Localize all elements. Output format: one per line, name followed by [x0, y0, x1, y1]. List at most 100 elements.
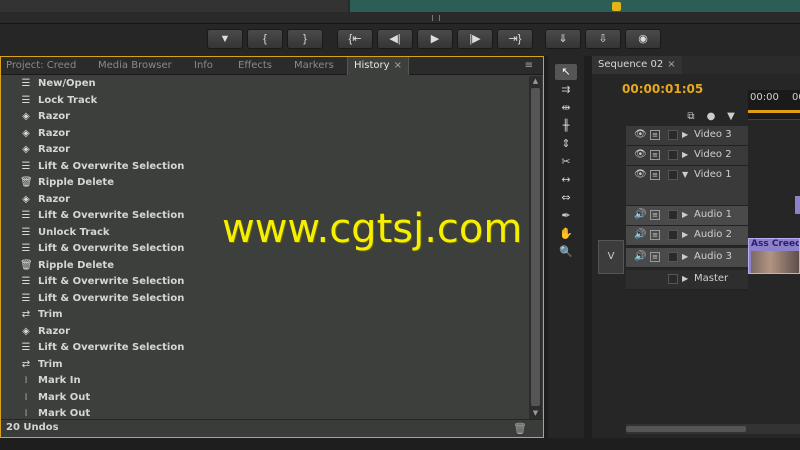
timeline-scrollbar[interactable] — [626, 424, 800, 434]
pen-tool[interactable]: ✒ — [555, 208, 577, 224]
source-track-indicator[interactable]: V — [598, 240, 624, 274]
rate-stretch-tool[interactable]: ⇕ — [555, 136, 577, 152]
insert-button[interactable]: ⇓ — [545, 29, 581, 49]
pen-tool-icon: ✒ — [561, 209, 571, 222]
slip-tool[interactable]: ↔ — [555, 172, 577, 188]
eye-icon[interactable]: 👁 — [634, 129, 647, 140]
speaker-icon[interactable]: 🔊 — [634, 229, 646, 240]
track-header[interactable]: 🔊 ≡ ▶ Audio 2 — [626, 226, 748, 246]
history-item[interactable]: 🗑 Ripple Delete — [1, 175, 527, 192]
history-item-label: Mark Out — [38, 408, 91, 419]
ripple-edit-tool[interactable]: ⇹ — [555, 100, 577, 116]
mark-in-button[interactable]: { — [247, 29, 283, 49]
tab-effects[interactable]: Effects — [238, 57, 272, 75]
speaker-icon[interactable]: 🔊 — [634, 251, 646, 262]
work-area-bar[interactable] — [748, 110, 800, 113]
history-item[interactable]: ☰ Lift & Overwrite Selection — [1, 291, 527, 308]
sync-lock-icon[interactable]: ≡ — [650, 130, 660, 140]
export-frame-button[interactable]: ◉ — [625, 29, 661, 49]
track-lock-checkbox[interactable] — [668, 150, 678, 160]
track-lock-checkbox[interactable] — [668, 170, 678, 180]
eye-icon[interactable]: 👁 — [634, 149, 647, 160]
track-name: Audio 2 — [694, 229, 732, 240]
track-select-tool[interactable]: ⇉ — [555, 82, 577, 98]
history-item[interactable]: ◈ Razor — [1, 142, 527, 159]
history-item[interactable]: ◈ Razor — [1, 109, 527, 126]
sync-lock-icon[interactable]: ≡ — [650, 252, 660, 262]
expand-triangle-icon[interactable]: ▼ — [682, 170, 688, 179]
resize-grip[interactable] — [432, 15, 440, 21]
track-header[interactable]: ▶ Master — [626, 270, 748, 290]
tab-info[interactable]: Info — [194, 57, 213, 75]
track-lock-checkbox[interactable] — [668, 274, 678, 284]
track-lock-checkbox[interactable] — [668, 210, 678, 220]
step-forward-button[interactable]: |▶ — [457, 29, 493, 49]
playhead-marker[interactable] — [612, 2, 621, 11]
tab-markers[interactable]: Markers — [294, 57, 334, 75]
track-lock-checkbox[interactable] — [668, 130, 678, 140]
tab-project[interactable]: Project: Creed — [6, 57, 76, 75]
scroll-down-icon[interactable]: ▼ — [531, 409, 540, 418]
history-item[interactable]: ⧘ Mark Out — [1, 390, 527, 407]
scroll-thumb[interactable] — [531, 88, 540, 406]
history-item[interactable]: ☰ New/Open — [1, 76, 527, 93]
track-header[interactable]: 👁 ≡ ▶ Video 2 — [626, 146, 748, 166]
add-marker-button[interactable]: ▼ — [207, 29, 243, 49]
speaker-icon[interactable]: 🔊 — [634, 209, 646, 220]
expand-triangle-icon[interactable]: ▶ — [682, 130, 688, 139]
trash-icon[interactable]: 🗑 — [513, 422, 527, 435]
track-lock-checkbox[interactable] — [668, 230, 678, 240]
rolling-edit-tool[interactable]: ╫ — [555, 118, 577, 134]
zoom-tool-icon: 🔍 — [559, 245, 573, 258]
mark-icon: ⧘ — [24, 391, 28, 403]
history-item[interactable]: ☰ Lift & Overwrite Selection — [1, 159, 527, 176]
panel-menu-icon[interactable]: ≡ — [525, 60, 533, 71]
track-header[interactable]: 🔊 ≡ ▶ Audio 3 — [626, 248, 748, 268]
history-item[interactable]: ☰ Lock Track — [1, 93, 527, 110]
history-item[interactable]: ⧘ Mark In — [1, 373, 527, 390]
expand-triangle-icon[interactable]: ▶ — [682, 150, 688, 159]
history-item[interactable]: ⇄ Trim — [1, 357, 527, 374]
expand-triangle-icon[interactable]: ▶ — [682, 274, 688, 283]
step-back-button[interactable]: ◀| — [377, 29, 413, 49]
expand-triangle-icon[interactable]: ▶ — [682, 252, 688, 261]
expand-triangle-icon[interactable]: ▶ — [682, 230, 688, 239]
time-ruler[interactable]: 00:00 00 — [748, 90, 800, 120]
selection-tool[interactable]: ↖ — [555, 64, 577, 80]
history-item[interactable]: ☰ Lift & Overwrite Selection — [1, 274, 527, 291]
track-header[interactable]: 👁 ≡ ▼ Video 1 — [626, 166, 748, 206]
history-item[interactable]: ⧘ Mark Out — [1, 406, 527, 419]
track-lock-checkbox[interactable] — [668, 252, 678, 262]
history-scrollbar[interactable]: ▲ ▼ — [529, 76, 542, 419]
slip-tool-icon: ↔ — [561, 173, 571, 186]
razor-tool[interactable]: ✂ — [555, 154, 577, 170]
close-icon[interactable]: × — [394, 60, 402, 71]
zoom-tool[interactable]: 🔍 — [555, 244, 577, 260]
history-item[interactable]: ◈ Razor — [1, 324, 527, 341]
track-header[interactable]: 👁 ≡ ▶ Video 3 — [626, 126, 748, 146]
video-1-clip[interactable]: Ass Creed — [748, 238, 800, 274]
mark-out-button[interactable]: } — [287, 29, 323, 49]
hand-tool[interactable]: ✋ — [555, 226, 577, 242]
go-to-out-button[interactable]: ⇥} — [497, 29, 533, 49]
sync-lock-icon[interactable]: ≡ — [650, 210, 660, 220]
play-button[interactable]: ▶ — [417, 29, 453, 49]
video-3-clip-edge[interactable] — [795, 196, 800, 214]
go-to-in-button[interactable]: {⇤ — [337, 29, 373, 49]
track-header[interactable]: 🔊 ≡ ▶ Audio 1 — [626, 206, 748, 226]
history-item[interactable]: ⇄ Trim — [1, 307, 527, 324]
timeline-scroll-thumb[interactable] — [626, 426, 746, 432]
scroll-up-icon[interactable]: ▲ — [531, 77, 540, 86]
sync-lock-icon[interactable]: ≡ — [650, 230, 660, 240]
history-item[interactable]: 🗑 Ripple Delete — [1, 258, 527, 275]
tab-media-browser[interactable]: Media Browser — [98, 57, 172, 75]
overwrite-button[interactable]: ⇩ — [585, 29, 621, 49]
history-item[interactable]: ☰ Lift & Overwrite Selection — [1, 340, 527, 357]
slide-tool[interactable]: ⇔ — [555, 190, 577, 206]
history-item[interactable]: ◈ Razor — [1, 126, 527, 143]
expand-triangle-icon[interactable]: ▶ — [682, 210, 688, 219]
sync-lock-icon[interactable]: ≡ — [650, 170, 660, 180]
eye-icon[interactable]: 👁 — [634, 169, 647, 180]
sync-lock-icon[interactable]: ≡ — [650, 150, 660, 160]
tab-history[interactable]: History × — [347, 57, 409, 75]
